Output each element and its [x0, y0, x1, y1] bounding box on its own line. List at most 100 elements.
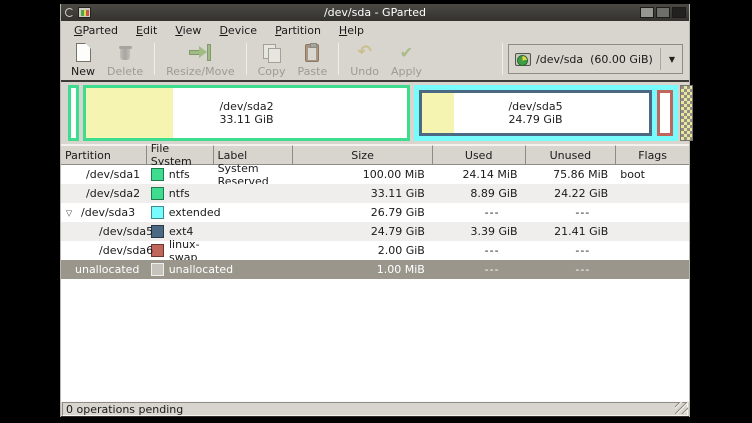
partition-graphic-panel: /dev/sda2 33.11 GiB /dev/sda5 24.79 GiB: [61, 82, 689, 145]
label-cell: System Reserved: [214, 165, 294, 184]
resize-grip[interactable]: [675, 402, 688, 414]
resize-arrow-icon: [188, 42, 212, 63]
toolbar: New Delete Resize/Move Copy Paste ↶ Undo: [61, 39, 689, 82]
partition-bar-sda1[interactable]: [68, 85, 79, 141]
menu-device[interactable]: Device: [210, 22, 266, 39]
partition-table: /dev/sda1 ntfs System Reserved 100.00 Mi…: [61, 165, 689, 401]
menu-gparted[interactable]: GParted: [65, 22, 127, 39]
header-unused[interactable]: Unused: [526, 145, 617, 165]
apply-checkmark-icon: ✔: [400, 42, 413, 63]
window-title: /dev/sda - GParted: [61, 6, 689, 19]
table-row-sda3[interactable]: ▽ /dev/sda3 extended 26.79 GiB --- ---: [61, 203, 689, 222]
copy-icon: [263, 42, 281, 63]
table-row-sda6[interactable]: /dev/sda6 linux-swap 2.00 GiB --- ---: [61, 241, 689, 260]
close-icon[interactable]: [672, 7, 686, 18]
size-cell: 24.79 GiB: [293, 222, 432, 241]
table-row-sda5[interactable]: /dev/sda5 ext4 24.79 GiB 3.39 GiB 21.41 …: [61, 222, 689, 241]
unused-cell: 21.41 GiB: [526, 222, 617, 241]
used-cell: ---: [433, 203, 526, 222]
device-selector-label: /dev/sda (60.00 GiB): [536, 53, 653, 66]
fs-label: ntfs: [169, 187, 190, 200]
table-row-sda2[interactable]: /dev/sda2 ntfs 33.11 GiB 8.89 GiB 24.22 …: [61, 184, 689, 203]
bar-sda2-size: 33.11 GiB: [219, 113, 273, 126]
partition-name: unallocated: [61, 260, 147, 279]
flags-cell: [616, 184, 689, 203]
fs-color-swatch: [151, 206, 164, 219]
new-partition-icon: [76, 42, 91, 63]
size-cell: 100.00 MiB: [293, 165, 433, 184]
paste-button: Paste: [292, 39, 334, 79]
used-cell: 3.39 GiB: [433, 222, 526, 241]
size-cell: 26.79 GiB: [293, 203, 432, 222]
fs-color-swatch: [151, 263, 164, 276]
partition-name: /dev/sda2: [61, 184, 147, 203]
trash-icon: [118, 42, 133, 63]
label-cell: [214, 260, 294, 279]
partition-name: /dev/sda1: [61, 165, 147, 184]
toolbar-separator: [338, 43, 339, 75]
device-selector[interactable]: /dev/sda (60.00 GiB) ▼: [508, 44, 683, 74]
unused-cell: ---: [526, 203, 617, 222]
header-partition[interactable]: Partition: [61, 145, 147, 165]
paste-clipboard-icon: [305, 42, 319, 63]
menu-partition[interactable]: Partition: [266, 22, 330, 39]
size-cell: 2.00 GiB: [293, 241, 432, 260]
resize-move-button: Resize/Move: [160, 39, 240, 79]
menu-help[interactable]: Help: [330, 22, 373, 39]
status-bar: 0 operations pending: [61, 401, 689, 417]
partition-name: /dev/sda6: [61, 241, 147, 260]
maximize-icon[interactable]: [656, 7, 670, 18]
toolbar-separator: [154, 43, 155, 75]
partition-bar-sda6[interactable]: [657, 90, 673, 136]
label-cell: [214, 241, 294, 260]
new-button[interactable]: New: [65, 39, 101, 79]
flags-cell: [616, 260, 689, 279]
partition-bar-sda2[interactable]: /dev/sda2 33.11 GiB: [83, 85, 410, 141]
size-cell: 33.11 GiB: [293, 184, 433, 203]
expander-icon[interactable]: ▽: [66, 208, 72, 217]
menubar: GParted Edit View Device Partition Help: [61, 21, 689, 39]
used-cell: ---: [433, 241, 526, 260]
undo-arrow-icon: ↶: [357, 42, 371, 63]
header-size[interactable]: Size: [293, 145, 433, 165]
bar-sda5-name: /dev/sda5: [508, 100, 562, 113]
partition-name: ▽ /dev/sda3: [61, 203, 147, 222]
titlebar: /dev/sda - GParted: [61, 4, 689, 21]
partition-name: /dev/sda5: [61, 222, 147, 241]
flags-cell: [616, 222, 689, 241]
chevron-down-icon: ▼: [666, 55, 678, 64]
header-flags[interactable]: Flags: [616, 145, 689, 165]
fs-label: ext4: [169, 225, 193, 238]
table-header: Partition File System Label Size Used Un…: [61, 145, 689, 165]
header-used[interactable]: Used: [433, 145, 526, 165]
unused-cell: ---: [526, 260, 617, 279]
used-cell: 24.14 MiB: [433, 165, 526, 184]
unused-cell: 24.22 GiB: [526, 184, 617, 203]
header-file-system[interactable]: File System: [147, 145, 214, 165]
label-cell: [214, 203, 294, 222]
toolbar-separator: [502, 43, 503, 75]
menu-edit[interactable]: Edit: [127, 22, 166, 39]
toolbar-separator: [246, 43, 247, 75]
label-cell: [214, 222, 294, 241]
partition-bar-unallocated[interactable]: [680, 85, 693, 141]
label-cell: [214, 184, 294, 203]
size-cell: 1.00 MiB: [293, 260, 432, 279]
used-cell: 8.89 GiB: [433, 184, 526, 203]
undo-button: ↶ Undo: [344, 39, 385, 79]
copy-button: Copy: [252, 39, 292, 79]
disk-icon: [515, 53, 531, 66]
partition-bar-sda5[interactable]: /dev/sda5 24.79 GiB: [419, 90, 652, 136]
apply-button: ✔ Apply: [385, 39, 428, 79]
partition-bar-extended[interactable]: /dev/sda5 24.79 GiB: [414, 85, 678, 141]
menu-view[interactable]: View: [166, 22, 210, 39]
status-text: 0 operations pending: [66, 403, 183, 416]
delete-button: Delete: [101, 39, 149, 79]
bar-sda2-name: /dev/sda2: [219, 100, 273, 113]
unused-cell: 75.86 MiB: [526, 165, 617, 184]
table-row-unallocated[interactable]: unallocated unallocated 1.00 MiB --- ---: [61, 260, 689, 279]
table-row-sda1[interactable]: /dev/sda1 ntfs System Reserved 100.00 Mi…: [61, 165, 689, 184]
minimize-icon[interactable]: [640, 7, 654, 18]
fs-label: ntfs: [169, 168, 190, 181]
fs-color-swatch: [151, 168, 164, 181]
